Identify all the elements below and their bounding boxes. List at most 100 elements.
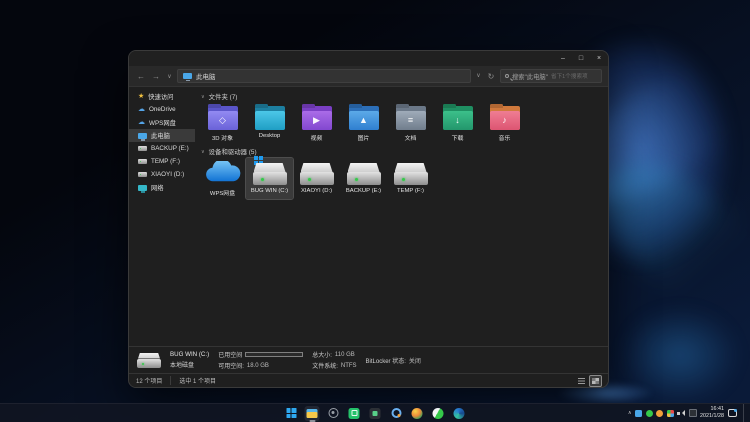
folder-item-downloads[interactable]: ↓ 下载 [434,103,481,144]
thumbnail-view-button[interactable] [590,376,601,386]
taskbar-clock[interactable]: 16:41 2021/1/28 [700,406,724,420]
dark-app-icon [370,408,381,419]
monitor-icon [138,133,147,139]
refresh-button[interactable]: ↻ [485,72,497,81]
drive-item-e[interactable]: BACKUP (E:) [340,158,387,199]
system-tray: ∧ 16:41 2021/1/28 [628,404,746,422]
sidebar-item-wps-cloud[interactable]: ☁ WPS网盘 [129,116,195,129]
drive-icon [394,163,428,185]
folder-label: 图片 [358,133,370,142]
folder-item-documents[interactable]: ≡ 文档 [387,103,434,144]
section-header-folders[interactable]: ∨ 文件夹 (7) [201,92,604,101]
clock-date: 2021/1/28 [700,413,724,420]
forward-button[interactable]: → [150,72,162,81]
section-header-drives[interactable]: ∨ 设备和驱动器 (5) [201,147,604,156]
show-desktop-button[interactable] [743,404,746,422]
list-view-button[interactable] [576,376,587,386]
folder-icon-pictures: ▲ [349,106,379,130]
drive-item-f[interactable]: TEMP (F:) [387,158,434,199]
sidebar-item-temp-f[interactable]: TEMP (F:) [129,155,195,168]
folder-item-videos[interactable]: ▶ 视频 [293,103,340,144]
section-label: 文件夹 (7) [209,92,238,101]
used-space-label: 已用空间 [218,350,242,359]
sidebar-item-label: 快速访问 [148,92,173,101]
address-dropdown-button[interactable]: ∨ [474,72,483,81]
this-pc-icon [183,73,192,79]
taskbar-app-green[interactable] [347,406,362,421]
file-explorer-icon [307,409,318,418]
sidebar-item-network[interactable]: 网络 [129,181,195,194]
search-icon [505,74,509,78]
tray-icon-multicolor[interactable] [667,410,674,417]
drive-icon [138,159,147,164]
drive-label: XIAOYI (D:) [301,188,332,194]
sidebar-item-label: WPS网盘 [149,118,176,127]
folder-label: 文档 [405,133,417,142]
magnifier-app-icon [391,408,401,418]
folder-item-3d-objects[interactable]: ◇ 3D 对象 [199,103,246,144]
edge-browser-icon [454,408,465,419]
sidebar-item-quick-access[interactable]: ★ 快速访问 [129,90,195,103]
lines-glyph: ≡ [408,116,413,125]
close-button[interactable]: × [590,51,608,66]
start-button[interactable] [284,406,299,421]
down-arrow-glyph: ↓ [455,116,460,125]
drive-item-d[interactable]: XIAOYI (D:) [293,158,340,199]
music-note-glyph: ♪ [502,116,507,125]
folder-item-music[interactable]: ♪ 音乐 [481,103,528,144]
sidebar-item-onedrive[interactable]: ☁ OneDrive [129,103,195,116]
search-box[interactable]: 搜索"此电脑" 省下1个搜索项 [500,69,602,83]
folder-item-desktop[interactable]: Desktop [246,103,293,144]
taskbar-edge[interactable] [452,406,467,421]
volume-icon[interactable] [677,409,685,417]
file-explorer-window: – □ × ← → ∨ 此电脑 ∨ ↻ 搜索"此电脑" 省下1个搜索项 [128,50,609,388]
folder-item-pictures[interactable]: ▲ 图片 [340,103,387,144]
address-location: 此电脑 [196,71,216,81]
hidden-icons-chevron[interactable]: ∧ [628,410,632,416]
ime-indicator[interactable] [689,409,697,417]
taskbar-app-dark[interactable] [368,406,383,421]
filesystem-value: NTFS [341,363,357,369]
details-drive-name: BUG WIN (C:) [170,351,209,358]
drive-item-c[interactable]: BUG WIN (C:) [246,158,293,199]
tray-icon-blue[interactable] [635,410,642,417]
drive-label: WPS网盘 [210,188,235,197]
taskbar-settings[interactable] [326,406,341,421]
sidebar-item-this-pc[interactable]: 此电脑 [129,129,195,142]
details-drive-type: 本地磁盘 [170,360,209,369]
address-bar[interactable]: 此电脑 [177,69,471,83]
green-white-app-icon [433,408,444,419]
drive-label: BACKUP (E:) [346,188,381,194]
search-placeholder: 搜索"此电脑" [512,72,548,81]
taskbar-app-sphere[interactable] [410,406,425,421]
cloud-icon: ☁ [138,119,145,126]
total-size-value: 110 GB [335,352,355,358]
green-app-icon [349,408,360,419]
sidebar-item-backup-e[interactable]: BACKUP (E:) [129,142,195,155]
taskbar-file-explorer[interactable] [305,406,320,421]
taskbar-app-duo[interactable] [431,406,446,421]
play-glyph: ▶ [313,116,320,125]
cloud-icon: ☁ [138,106,145,113]
folder-icon-downloads: ↓ [443,106,473,130]
drive-item-wps-cloud[interactable]: WPS网盘 [199,158,246,199]
drive-label: BUG WIN (C:) [251,188,288,194]
titlebar[interactable]: – □ × [129,51,608,66]
tray-icon-orange[interactable] [656,410,663,417]
notifications-button[interactable] [728,409,737,417]
tray-icon-green[interactable] [646,410,653,417]
sidebar-item-xiaoyi-d[interactable]: XIAOYI (D:) [129,168,195,181]
folder-icon-documents: ≡ [396,106,426,130]
minimize-button[interactable]: – [554,51,572,66]
file-list-area: ∨ 文件夹 (7) ◇ 3D 对象 Desktop [195,87,608,346]
cloud-drive-icon [205,161,241,185]
maximize-button[interactable]: □ [572,51,590,66]
used-space-bar [245,352,303,357]
free-space-value: 18.0 GB [247,363,269,369]
chevron-down-icon: ∨ [201,149,205,155]
recent-locations-dropdown[interactable]: ∨ [165,73,174,80]
taskbar-app-search[interactable] [389,406,404,421]
back-button[interactable]: ← [135,72,147,81]
folder-label: Desktop [259,133,281,139]
navigation-pane: ★ 快速访问 ☁ OneDrive ☁ WPS网盘 此电脑 BACKUP [129,87,195,346]
